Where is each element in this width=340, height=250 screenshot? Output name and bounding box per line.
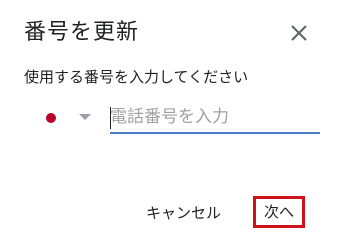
instruction-text: 使用する番号を入力してください (24, 68, 249, 86)
country-dropdown-caret-icon[interactable] (79, 114, 91, 120)
dialog-title: 番号を更新 (24, 20, 140, 45)
phone-number-input[interactable] (110, 104, 320, 134)
text-cursor (110, 107, 111, 129)
update-number-dialog: 番号を更新 使用する番号を入力してください キャンセル 次へ (0, 0, 340, 250)
close-icon (291, 25, 307, 41)
cancel-button[interactable]: キャンセル (140, 199, 227, 227)
country-flag-icon[interactable] (46, 113, 56, 123)
next-button[interactable]: 次へ (253, 196, 305, 228)
close-button[interactable] (288, 22, 310, 44)
